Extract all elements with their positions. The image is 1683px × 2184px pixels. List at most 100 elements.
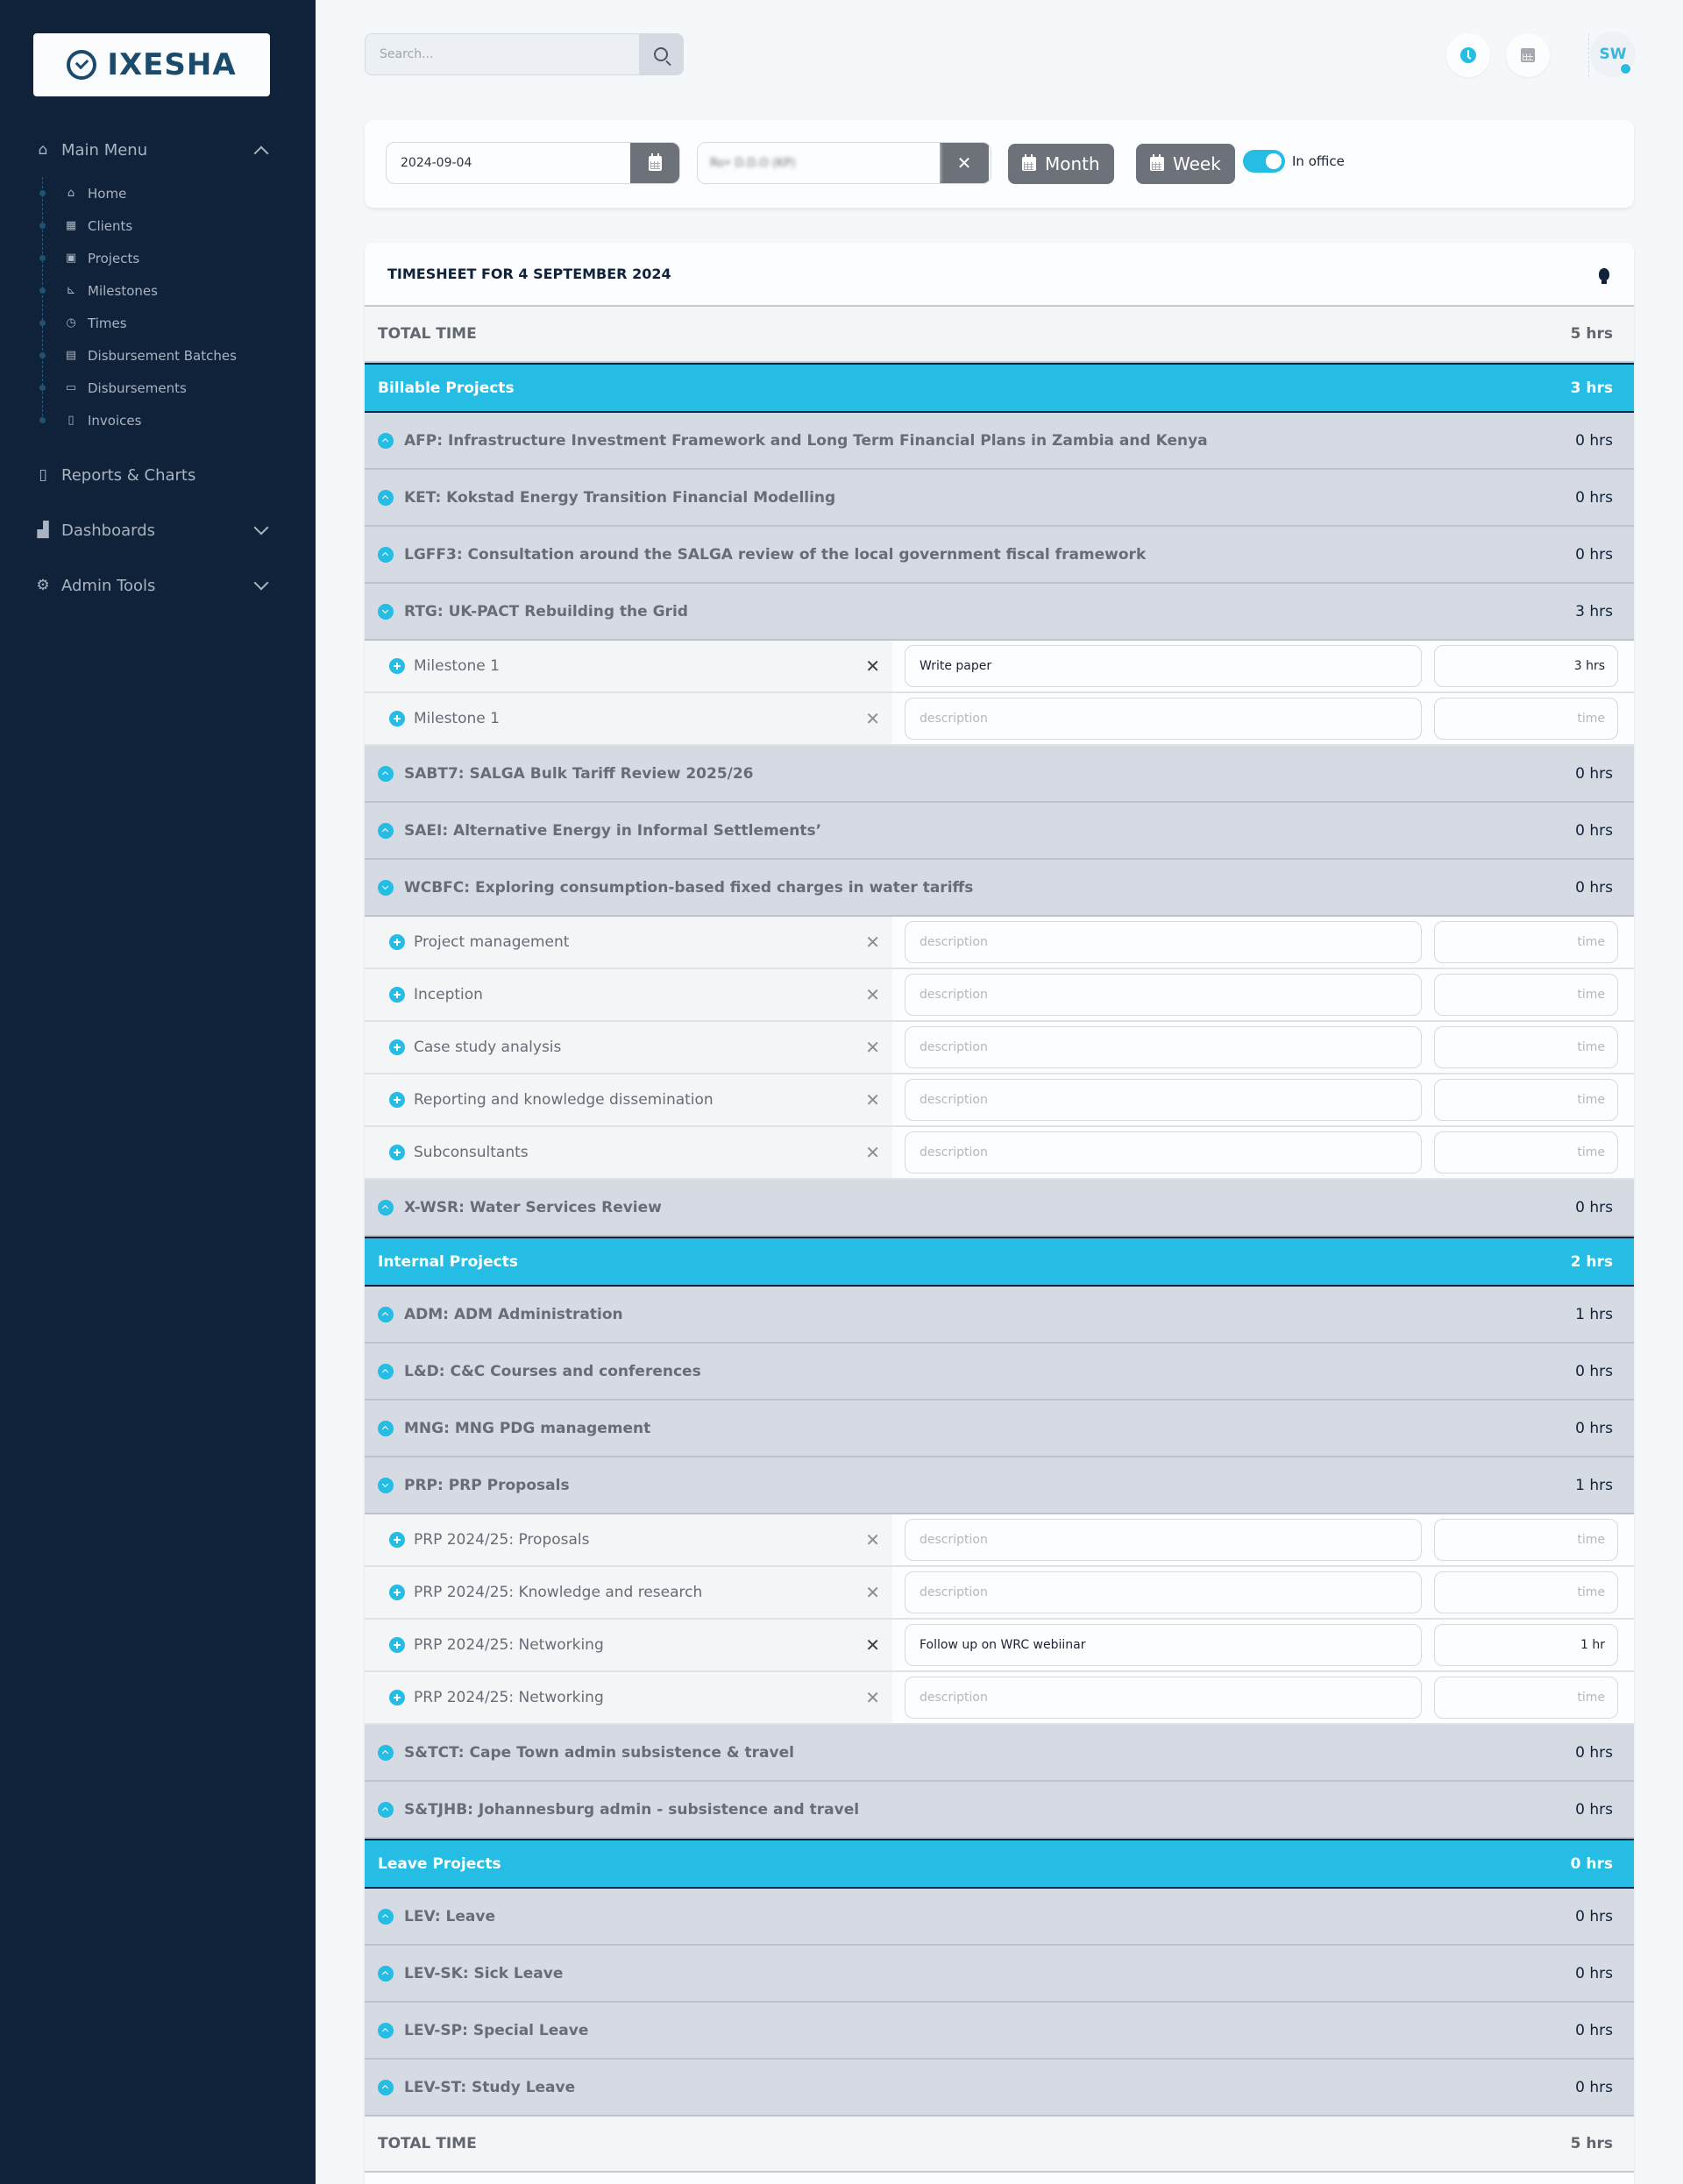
- clear-user-button[interactable]: ✕: [940, 143, 989, 183]
- chevron-down-circle-icon[interactable]: [378, 603, 394, 620]
- time-input[interactable]: [1434, 1079, 1618, 1121]
- time-input[interactable]: [1434, 1571, 1618, 1613]
- chevron-up-circle-icon[interactable]: [378, 1744, 394, 1761]
- sidebar-item-invoices[interactable]: ▯ Invoices: [39, 404, 270, 436]
- description-input[interactable]: [905, 698, 1422, 740]
- plus-circle-icon[interactable]: [389, 1092, 405, 1108]
- description-input[interactable]: [905, 1519, 1422, 1561]
- plus-circle-icon[interactable]: [389, 1637, 405, 1653]
- chevron-up-circle-icon[interactable]: [378, 765, 394, 782]
- lightbulb-icon[interactable]: [1599, 267, 1609, 284]
- search-button[interactable]: [639, 34, 683, 74]
- project-row[interactable]: KET: Kokstad Energy Transition Financial…: [365, 470, 1634, 527]
- plus-circle-icon[interactable]: [389, 1145, 405, 1160]
- sidebar-item-home[interactable]: ⌂ Home: [39, 177, 270, 209]
- chevron-down-circle-icon[interactable]: [378, 1477, 394, 1493]
- plus-circle-icon[interactable]: [389, 1532, 405, 1548]
- sidebar-admin-tools[interactable]: ⚙ Admin Tools: [33, 572, 270, 599]
- user-select-value[interactable]: Ro• D.D.O (KP): [698, 143, 940, 183]
- time-input[interactable]: [1434, 921, 1618, 963]
- chevron-up-circle-icon[interactable]: [378, 2079, 394, 2095]
- chevron-up-circle-icon[interactable]: [378, 1908, 394, 1925]
- sidebar-item-milestones[interactable]: ⊾ Milestones: [39, 274, 270, 307]
- description-input[interactable]: [905, 1079, 1422, 1121]
- project-row[interactable]: AFP: Infrastructure Investment Framework…: [365, 413, 1634, 470]
- remove-entry-icon[interactable]: ✕: [865, 1037, 880, 1058]
- description-input[interactable]: [905, 645, 1422, 687]
- remove-entry-icon[interactable]: ✕: [865, 1634, 880, 1656]
- time-input[interactable]: [1434, 974, 1618, 1016]
- sidebar-item-disbursements[interactable]: ▭ Disbursements: [39, 372, 270, 404]
- project-row[interactable]: LEV: Leave 0 hrs: [365, 1889, 1634, 1946]
- sidebar-item-times[interactable]: ◷ Times: [39, 307, 270, 339]
- app-logo[interactable]: IXESHA: [33, 33, 270, 96]
- sidebar-item-projects[interactable]: ▣ Projects: [39, 242, 270, 274]
- time-input[interactable]: [1434, 1026, 1618, 1068]
- description-input[interactable]: [905, 1677, 1422, 1719]
- time-input[interactable]: [1434, 1131, 1618, 1174]
- project-row[interactable]: L&D: C&C Courses and conferences 0 hrs: [365, 1344, 1634, 1400]
- remove-entry-icon[interactable]: ✕: [865, 708, 880, 729]
- chevron-up-circle-icon[interactable]: [378, 2022, 394, 2039]
- chevron-up-circle-icon[interactable]: [378, 489, 394, 506]
- chevron-up-circle-icon[interactable]: [378, 1801, 394, 1818]
- chevron-up-circle-icon[interactable]: [378, 1306, 394, 1322]
- description-input[interactable]: [905, 974, 1422, 1016]
- sidebar-main-menu[interactable]: ⌂ Main Menu: [33, 137, 270, 163]
- project-row[interactable]: RTG: UK-PACT Rebuilding the Grid 3 hrs: [365, 584, 1634, 641]
- time-input[interactable]: [1434, 1519, 1618, 1561]
- time-input[interactable]: [1434, 1677, 1618, 1719]
- sidebar-reports-charts[interactable]: ▯ Reports & Charts: [33, 462, 270, 488]
- project-row[interactable]: LEV-SK: Sick Leave 0 hrs: [365, 1946, 1634, 2003]
- project-row[interactable]: SABT7: SALGA Bulk Tariff Review 2025/26 0…: [365, 746, 1634, 803]
- remove-entry-icon[interactable]: ✕: [865, 984, 880, 1005]
- chevron-up-circle-icon[interactable]: [378, 432, 394, 449]
- project-row[interactable]: WCBFC: Exploring consumption-based fixed…: [365, 860, 1634, 917]
- sidebar-dashboards[interactable]: ▟ Dashboards: [33, 517, 270, 543]
- project-row[interactable]: ADM: ADM Administration 1 hrs: [365, 1287, 1634, 1344]
- description-input[interactable]: [905, 1571, 1422, 1613]
- time-input[interactable]: [1434, 1624, 1618, 1666]
- month-view-button[interactable]: Month: [1008, 144, 1114, 184]
- remove-entry-icon[interactable]: ✕: [865, 656, 880, 677]
- remove-entry-icon[interactable]: ✕: [865, 1529, 880, 1550]
- project-row[interactable]: S&TCT: Cape Town admin subsistence & tra…: [365, 1725, 1634, 1782]
- chevron-up-circle-icon[interactable]: [378, 1965, 394, 1982]
- sidebar-item-clients[interactable]: ▦ Clients: [39, 209, 270, 242]
- project-row[interactable]: LEV-ST: Study Leave 0 hrs: [365, 2060, 1634, 2117]
- remove-entry-icon[interactable]: ✕: [865, 932, 880, 953]
- plus-circle-icon[interactable]: [389, 711, 405, 727]
- chevron-up-circle-icon[interactable]: [378, 1420, 394, 1436]
- plus-circle-icon[interactable]: [389, 1690, 405, 1705]
- plus-circle-icon[interactable]: [389, 658, 405, 674]
- project-row[interactable]: LEV-SP: Special Leave 0 hrs: [365, 2003, 1634, 2060]
- date-input[interactable]: [387, 143, 631, 183]
- plus-circle-icon[interactable]: [389, 987, 405, 1003]
- chevron-up-circle-icon[interactable]: [378, 546, 394, 563]
- search-input[interactable]: [366, 34, 639, 74]
- calendar-button[interactable]: [1506, 33, 1550, 77]
- time-input[interactable]: [1434, 645, 1618, 687]
- project-row[interactable]: S&TJHB: Johannesburg admin - subsistence…: [365, 1782, 1634, 1839]
- time-input[interactable]: [1434, 698, 1618, 740]
- remove-entry-icon[interactable]: ✕: [865, 1089, 880, 1110]
- project-row[interactable]: X-WSR: Water Services Review 0 hrs: [365, 1180, 1634, 1237]
- description-input[interactable]: [905, 1131, 1422, 1174]
- project-row[interactable]: SAEI: Alternative Energy in Informal Set…: [365, 803, 1634, 860]
- project-row[interactable]: PRP: PRP Proposals 1 hrs: [365, 1457, 1634, 1514]
- in-office-toggle[interactable]: [1243, 150, 1285, 173]
- description-input[interactable]: [905, 1624, 1422, 1666]
- chevron-down-circle-icon[interactable]: [378, 879, 394, 896]
- chevron-up-circle-icon[interactable]: [378, 1363, 394, 1379]
- plus-circle-icon[interactable]: [389, 934, 405, 950]
- description-input[interactable]: [905, 921, 1422, 963]
- description-input[interactable]: [905, 1026, 1422, 1068]
- date-picker-button[interactable]: [630, 143, 679, 183]
- sidebar-item-disbursement-batches[interactable]: ▤ Disbursement Batches: [39, 339, 270, 372]
- timer-button[interactable]: [1446, 33, 1490, 77]
- remove-entry-icon[interactable]: ✕: [865, 1142, 880, 1163]
- plus-circle-icon[interactable]: [389, 1585, 405, 1600]
- chevron-up-circle-icon[interactable]: [378, 1199, 394, 1216]
- remove-entry-icon[interactable]: ✕: [865, 1582, 880, 1603]
- chevron-up-circle-icon[interactable]: [378, 822, 394, 839]
